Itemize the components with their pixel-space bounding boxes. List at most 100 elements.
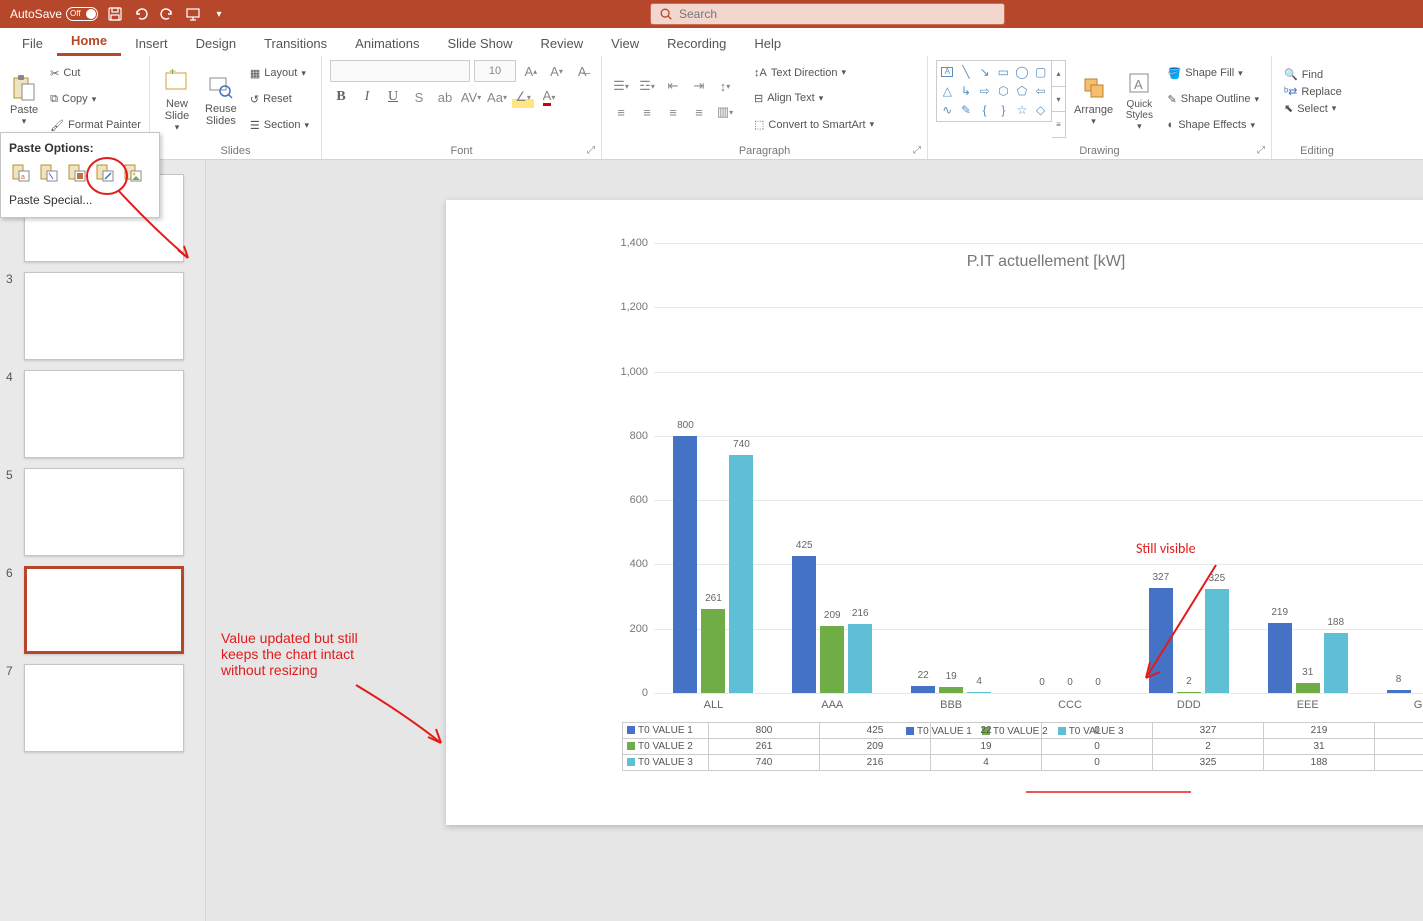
slide-thumb-4[interactable] xyxy=(24,370,184,458)
replace-button[interactable]: ᵇ⇄Replace xyxy=(1280,83,1354,100)
line-spacing-button[interactable]: ↕▾ xyxy=(714,75,736,97)
tab-slide-show[interactable]: Slide Show xyxy=(433,31,526,56)
clear-formatting-icon[interactable]: A̶ xyxy=(571,60,593,82)
redo-icon[interactable] xyxy=(158,5,176,23)
autosave-toggle[interactable]: AutoSave Off xyxy=(10,7,98,21)
shape-effects-button[interactable]: ◐Shape Effects ▾ xyxy=(1164,117,1263,133)
tab-help[interactable]: Help xyxy=(740,31,795,56)
increase-indent-button[interactable]: ⇥ xyxy=(688,75,710,97)
shapes-gallery-scroll[interactable]: ▴▾≡ xyxy=(1052,60,1066,138)
format-painter-button[interactable]: 🖌Format Painter xyxy=(46,117,145,134)
qat-customize-icon[interactable]: ▾ xyxy=(210,5,228,23)
shapes-gallery[interactable]: A ╲ ↘ ▭ ◯ ▢ △ ↳ ⇨ ⬡ ⬠ ⇦ ∿ ✎ { } ☆ xyxy=(936,60,1052,122)
rounded-rect-shape-icon[interactable]: ▢ xyxy=(1032,63,1049,80)
search-input[interactable] xyxy=(679,7,959,21)
decrease-indent-button[interactable]: ⇤ xyxy=(662,75,684,97)
columns-button[interactable]: ▥▾ xyxy=(714,101,736,123)
underline-button[interactable]: U xyxy=(382,86,404,108)
tab-transitions[interactable]: Transitions xyxy=(250,31,341,56)
convert-smartart-button[interactable]: ⬚Convert to SmartArt ▾ xyxy=(750,116,878,133)
select-button[interactable]: ⬉Select ▾ xyxy=(1280,100,1354,117)
paragraph-launcher[interactable]: ⤢ xyxy=(913,145,923,155)
italic-button[interactable]: I xyxy=(356,86,378,108)
find-button[interactable]: 🔍Find xyxy=(1280,66,1354,83)
slide-thumb-6[interactable] xyxy=(24,566,184,654)
shape-fill-button[interactable]: 🪣Shape Fill ▾ xyxy=(1164,65,1263,82)
paste-special-menu-item[interactable]: Paste Special... xyxy=(9,191,151,209)
drawing-launcher[interactable]: ⤢ xyxy=(1257,145,1267,155)
layout-button[interactable]: ▦Layout ▾ xyxy=(246,65,313,82)
triangle-shape-icon[interactable]: △ xyxy=(939,82,956,99)
align-left-button[interactable]: ≡ xyxy=(610,101,632,123)
rectangle-shape-icon[interactable]: ▭ xyxy=(995,63,1012,80)
line-arrow-shape-icon[interactable]: ↘ xyxy=(976,63,993,80)
save-icon[interactable] xyxy=(106,5,124,23)
textbox-shape-icon[interactable]: A xyxy=(941,67,953,77)
chart-object[interactable]: P.IT actuellement [kW] 02004006008001,00… xyxy=(586,235,1423,775)
change-case-button[interactable]: Aa▾ xyxy=(486,86,508,108)
numbering-button[interactable]: ☲▾ xyxy=(636,75,658,97)
bullets-button[interactable]: ☰▾ xyxy=(610,75,632,97)
highlight-button[interactable]: ∠▾ xyxy=(512,86,534,108)
star-shape-icon[interactable]: ☆ xyxy=(1014,102,1031,119)
hexagon-shape-icon[interactable]: ⬡ xyxy=(995,82,1012,99)
tab-home[interactable]: Home xyxy=(57,28,121,56)
arrange-button[interactable]: Arrange▾ xyxy=(1072,60,1115,138)
font-name-selector[interactable] xyxy=(330,60,470,82)
connector-shape-icon[interactable]: ↳ xyxy=(958,82,975,99)
paste-link-data[interactable] xyxy=(93,161,117,185)
action-shape-icon[interactable]: ◇ xyxy=(1032,102,1049,119)
paste-embed[interactable] xyxy=(65,161,89,185)
brace-l-shape-icon[interactable]: { xyxy=(976,102,993,119)
slide-thumb-5[interactable] xyxy=(24,468,184,556)
undo-icon[interactable] xyxy=(132,5,150,23)
callout-shape-icon[interactable]: ⬠ xyxy=(1014,82,1031,99)
tab-view[interactable]: View xyxy=(597,31,653,56)
section-button[interactable]: ☰Section ▾ xyxy=(246,117,313,134)
paste-use-destination-theme[interactable]: a xyxy=(9,161,33,185)
tab-file[interactable]: File xyxy=(8,31,57,56)
reuse-slides-button[interactable]: ReuseSlides xyxy=(202,60,240,138)
paste-as-picture[interactable] xyxy=(121,161,145,185)
brace-r-shape-icon[interactable]: } xyxy=(995,102,1012,119)
curve-shape-icon[interactable]: ∿ xyxy=(939,102,956,119)
paste-keep-source-format[interactable] xyxy=(37,161,61,185)
shadow-button[interactable]: S xyxy=(408,86,430,108)
tab-animations[interactable]: Animations xyxy=(341,31,433,56)
slide-thumb-7[interactable] xyxy=(24,664,184,752)
paste-button[interactable]: Paste ▾ xyxy=(8,60,40,138)
strikethrough-button[interactable]: ab xyxy=(434,86,456,108)
new-slide-button[interactable]: + NewSlide▾ xyxy=(158,60,196,138)
cut-button[interactable]: ✂Cut xyxy=(46,65,145,82)
arrow-shape-icon[interactable]: ⇨ xyxy=(976,82,993,99)
oval-shape-icon[interactable]: ◯ xyxy=(1014,63,1031,80)
justify-button[interactable]: ≡ xyxy=(688,101,710,123)
char-spacing-button[interactable]: AV▾ xyxy=(460,86,482,108)
slide-canvas-area[interactable]: P.IT actuellement [kW] 02004006008001,00… xyxy=(206,160,1423,921)
align-right-button[interactable]: ≡ xyxy=(662,101,684,123)
text-direction-button[interactable]: ↕AText Direction ▾ xyxy=(750,65,878,81)
slide-thumb-3[interactable] xyxy=(24,272,184,360)
present-from-beginning-icon[interactable] xyxy=(184,5,202,23)
align-center-button[interactable]: ≡ xyxy=(636,101,658,123)
freeform-shape-icon[interactable]: ✎ xyxy=(958,102,975,119)
increase-font-icon[interactable]: A▴ xyxy=(520,60,542,82)
quick-styles-button[interactable]: A QuickStyles▾ xyxy=(1121,60,1157,138)
font-launcher[interactable]: ⤢ xyxy=(587,145,597,155)
copy-button[interactable]: ⧉Copy ▾ xyxy=(46,91,145,108)
font-size-selector[interactable] xyxy=(474,60,516,82)
tab-review[interactable]: Review xyxy=(527,31,598,56)
decrease-font-icon[interactable]: A▾ xyxy=(546,60,568,82)
bold-button[interactable]: B xyxy=(330,86,352,108)
tab-insert[interactable]: Insert xyxy=(121,31,182,56)
reset-button[interactable]: ↺Reset xyxy=(246,91,313,108)
slide-thumbnail-panel[interactable]: 234567 xyxy=(0,160,206,921)
font-color-button[interactable]: A▾ xyxy=(538,86,560,108)
align-text-button[interactable]: ⊟Align Text ▾ xyxy=(750,90,878,107)
line-shape-icon[interactable]: ╲ xyxy=(958,63,975,80)
tab-design[interactable]: Design xyxy=(182,31,250,56)
arrow-left-shape-icon[interactable]: ⇦ xyxy=(1032,82,1049,99)
tab-recording[interactable]: Recording xyxy=(653,31,740,56)
slide-canvas[interactable]: P.IT actuellement [kW] 02004006008001,00… xyxy=(446,200,1423,825)
shape-outline-button[interactable]: ✎Shape Outline ▾ xyxy=(1164,91,1263,108)
